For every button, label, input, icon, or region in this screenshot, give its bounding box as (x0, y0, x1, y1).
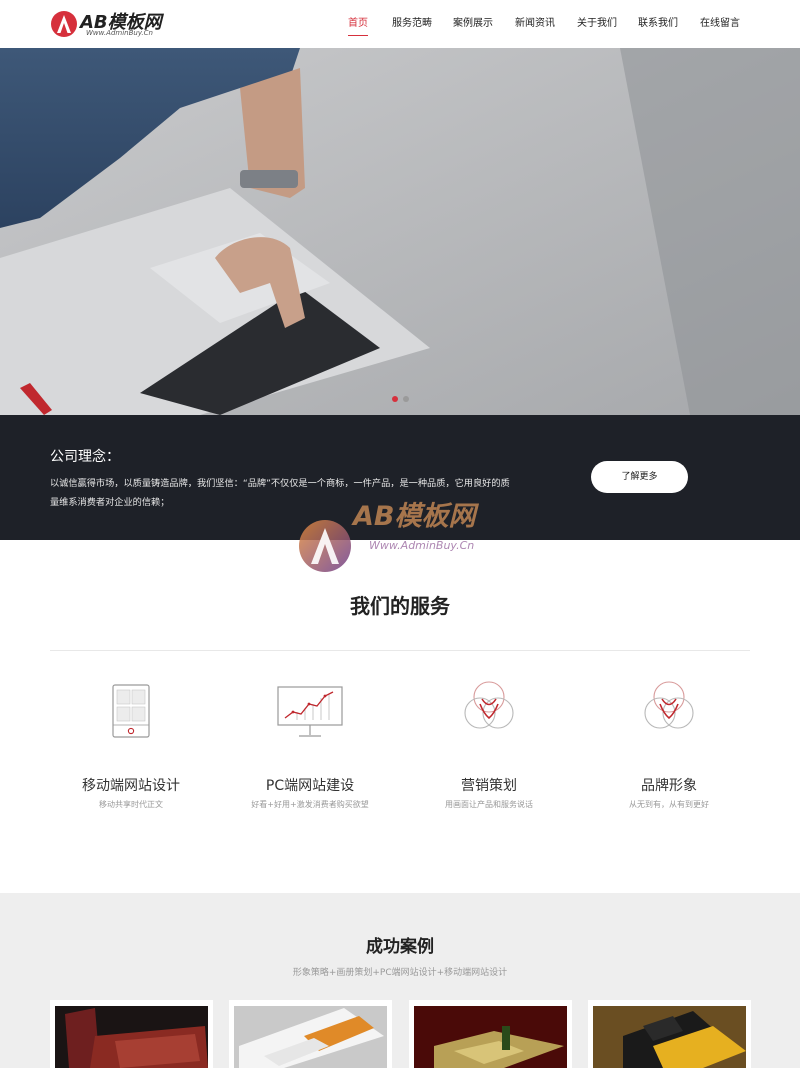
hero-banner[interactable] (0, 48, 800, 415)
service-desc: 好看+好用+激发消费者购买欲望 (251, 800, 369, 809)
logo-subtext: Www.AdminBuy.Cn (86, 29, 153, 37)
cases-title: 成功案例 (366, 937, 434, 957)
case-image (55, 1006, 208, 1068)
watermark: AB模板网 Www.AdminBuy.Cn (297, 494, 512, 576)
learn-more-button[interactable]: 了解更多 (591, 461, 688, 493)
slider-dot-active[interactable] (392, 396, 398, 402)
nav-services[interactable]: 服务范畴 (392, 14, 432, 36)
site-header: AB模板网 Www.AdminBuy.Cn 首页 服务范畴 案例展示 新闻资讯 … (0, 0, 800, 48)
service-desc: 移动共享时代正文 (99, 800, 163, 809)
hero-image (0, 48, 800, 415)
service-name: 品牌形象 (641, 778, 697, 794)
watermark-subtext: Www.AdminBuy.Cn (369, 539, 475, 552)
services-title: 我们的服务 (350, 594, 450, 618)
service-name: 营销策划 (461, 778, 517, 794)
logo-a-icon (51, 11, 77, 37)
nav-cases[interactable]: 案例展示 (453, 14, 493, 36)
circles-icon (644, 681, 694, 729)
service-name: PC端网站建设 (265, 778, 355, 794)
nav-about[interactable]: 关于我们 (577, 14, 617, 36)
service-desc: 从无到有，从有到更好 (629, 800, 709, 809)
cases-subtitle: 形象策略+画册策划+PC端网站设计+移动端网站设计 (292, 968, 508, 978)
case-card[interactable] (50, 1000, 213, 1068)
case-image (234, 1006, 387, 1068)
case-card[interactable] (409, 1000, 572, 1068)
watermark-text: AB模板网 (353, 501, 476, 532)
case-image (593, 1006, 746, 1068)
service-name: 移动端网站设计 (82, 778, 180, 794)
nav-home[interactable]: 首页 (348, 14, 368, 36)
case-image (414, 1006, 567, 1068)
case-card[interactable] (588, 1000, 751, 1068)
services-divider (50, 650, 750, 651)
service-desc: 用画面让产品和服务说话 (445, 800, 533, 809)
logo[interactable]: AB模板网 Www.AdminBuy.Cn (50, 9, 180, 39)
philosophy-title: 公司理念： (50, 449, 120, 465)
chart-monitor-icon (277, 686, 343, 737)
nav-news[interactable]: 新闻资讯 (515, 14, 555, 36)
case-card[interactable] (229, 1000, 392, 1068)
slider-dot[interactable] (403, 396, 409, 402)
nav-message[interactable]: 在线留言 (700, 14, 740, 36)
page: AB模板网 Www.AdminBuy.Cn 首页 服务范畴 案例展示 新闻资讯 … (0, 0, 800, 1068)
nav-contact[interactable]: 联系我们 (638, 14, 678, 36)
watermark-logo-icon (299, 520, 351, 572)
mobile-icon (112, 684, 150, 738)
circles-icon (464, 681, 514, 729)
